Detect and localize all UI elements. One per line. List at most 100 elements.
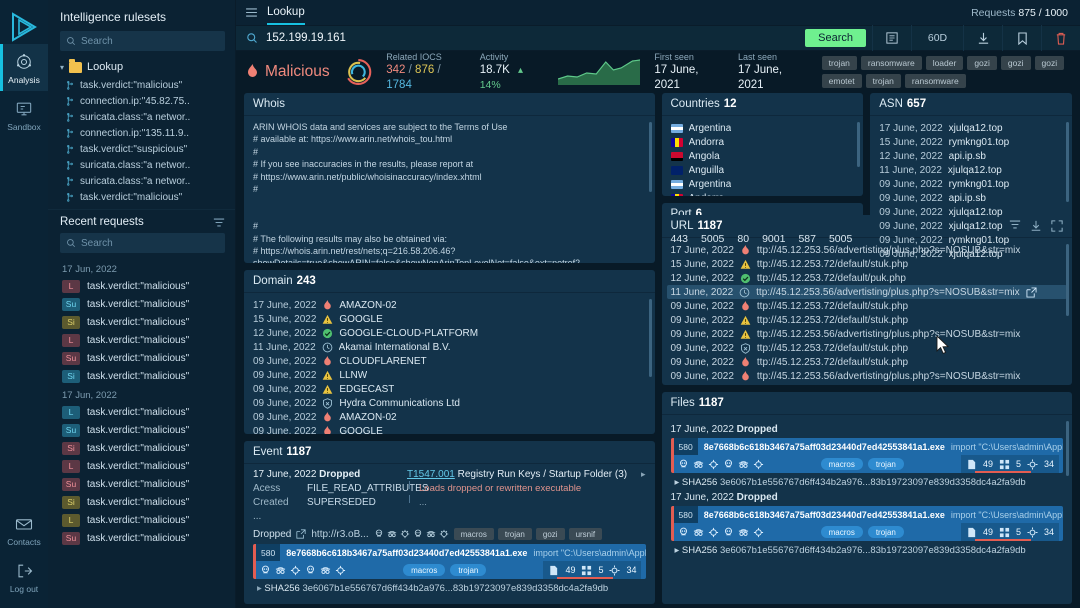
domain-item[interactable]: 09 June, 2022CLOUDFLARENET: [253, 354, 646, 368]
threat-tag[interactable]: ransomware: [861, 56, 922, 70]
countries-scrollbar[interactable]: [857, 122, 860, 167]
recent-request-item[interactable]: Sitask.verdict:"malicious": [50, 493, 235, 511]
recent-search-input[interactable]: Search: [60, 233, 225, 253]
domain-item[interactable]: 11 June, 2022Akamai International B.V.: [253, 340, 646, 354]
asn-item[interactable]: 09 June, 2022api.ip.sb: [879, 191, 1063, 205]
url-item[interactable]: 17 June, 2022ttp://45.12.253.56/advertis…: [667, 243, 1068, 257]
recent-request-item[interactable]: Sutask.verdict:"malicious": [50, 421, 235, 439]
domain-list[interactable]: 17 June, 2022AMAZON-0215 June, 2022GOOGL…: [244, 293, 655, 434]
filter-icon[interactable]: [213, 218, 225, 227]
domain-item[interactable]: 09 June, 2022Hydra Communications Ltd: [253, 396, 646, 410]
threat-tag[interactable]: loader: [926, 56, 964, 70]
file-card[interactable]: 5808e7668b6c618b3467a75aff03d23440d7ed42…: [671, 438, 1064, 473]
event-sha-row[interactable]: ▸ SHA256 3e6067b1e556767d6ff434b2a976...…: [253, 579, 646, 594]
domain-scrollbar[interactable]: [649, 299, 652, 377]
asn-item[interactable]: 17 June, 2022xjulqa12.top: [879, 121, 1063, 135]
recent-request-item[interactable]: Sutask.verdict:"malicious": [50, 349, 235, 367]
event-body[interactable]: 17 June, 2022 Dropped Acess FILE_READ_AT…: [244, 464, 655, 604]
external-link-icon[interactable]: [1026, 287, 1037, 298]
tab-lookup[interactable]: Lookup: [267, 0, 305, 25]
threat-tag[interactable]: gozi: [1035, 56, 1065, 70]
url-list[interactable]: 17 June, 2022ttp://45.12.253.56/advertis…: [662, 238, 1073, 385]
ruleset-item[interactable]: suricata.class:"a networ..: [58, 173, 235, 189]
threat-tag[interactable]: emotet: [822, 74, 862, 88]
country-item[interactable]: Argentina: [671, 121, 855, 135]
domain-item[interactable]: 17 June, 2022AMAZON-02: [253, 298, 646, 312]
whois-scrollbar[interactable]: [649, 122, 652, 192]
url-item[interactable]: 09 June, 2022ttp://45.12.253.56/advertis…: [667, 369, 1068, 383]
event-dropped-tag[interactable]: gozi: [536, 528, 565, 540]
country-item[interactable]: Andorra: [671, 135, 855, 149]
event-expand-icon[interactable]: ▸: [641, 469, 646, 522]
event-dropped-tag[interactable]: macros: [454, 528, 494, 540]
url-item[interactable]: 09 June, 2022ttp://45.12.253.56/advertis…: [667, 327, 1068, 341]
domain-item[interactable]: 09 June, 2022LLNW: [253, 368, 646, 382]
recent-request-item[interactable]: Ltask.verdict:"malicious": [50, 277, 235, 295]
ruleset-item[interactable]: connection.ip:"45.82.75..: [58, 93, 235, 109]
rail-item-contacts[interactable]: Contacts: [0, 506, 48, 553]
event-dropped-tag[interactable]: trojan: [498, 528, 532, 540]
recent-request-item[interactable]: Sutask.verdict:"malicious": [50, 529, 235, 547]
recent-request-item[interactable]: Sutask.verdict:"malicious": [50, 475, 235, 493]
file-sha-row[interactable]: ▸ SHA256 3e6067b1e556767d6ff434b2a976...…: [671, 473, 1064, 488]
url-item[interactable]: 09 June, 2022ttp://45.12.253.72/default/…: [667, 355, 1068, 369]
recent-request-item[interactable]: Ltask.verdict:"malicious": [50, 403, 235, 421]
country-item[interactable]: Argentina: [671, 177, 855, 191]
menu-icon[interactable]: [246, 8, 257, 17]
event-dropped-tag[interactable]: ursnif: [569, 528, 603, 540]
download-button[interactable]: [963, 25, 1002, 51]
delete-button[interactable]: [1041, 25, 1080, 51]
recent-request-item[interactable]: Ltask.verdict:"malicious": [50, 511, 235, 529]
recent-request-item[interactable]: Sitask.verdict:"malicious": [50, 367, 235, 385]
threat-tag[interactable]: ransomware: [905, 74, 966, 88]
ruleset-item[interactable]: connection.ip:"135.11.9..: [58, 125, 235, 141]
list-view-button[interactable]: [872, 25, 911, 51]
threat-tag[interactable]: trojan: [822, 56, 857, 70]
domain-item[interactable]: 09 June, 2022AMAZON-02: [253, 410, 646, 424]
rulesets-search-input[interactable]: Search: [60, 31, 225, 51]
asn-item[interactable]: 09 June, 2022rymkng01.top: [879, 177, 1063, 191]
url-item[interactable]: 09 June, 2022ttp://45.12.253.72/default/…: [667, 341, 1068, 355]
bookmark-button[interactable]: [1002, 25, 1041, 51]
search-button[interactable]: Search: [805, 29, 866, 47]
countries-list[interactable]: ArgentinaAndorraAngolaAnguillaArgentinaA…: [662, 116, 864, 196]
asn-item[interactable]: 09 June, 2022xjulqa12.top: [879, 205, 1063, 219]
country-item[interactable]: Anguilla: [671, 163, 855, 177]
recent-request-item[interactable]: Sitask.verdict:"malicious": [50, 313, 235, 331]
ruleset-item[interactable]: task.verdict:"malicious": [58, 189, 235, 205]
asn-item[interactable]: 09 June, 2022xjulqa12.top: [879, 219, 1063, 233]
technique-id-link[interactable]: T1547.001: [407, 469, 455, 480]
domain-item[interactable]: 09 June, 2022GOOGLE: [253, 424, 646, 434]
asn-scrollbar[interactable]: [1066, 122, 1069, 202]
asn-item[interactable]: 15 June, 2022rymkng01.top: [879, 135, 1063, 149]
threat-tag[interactable]: trojan: [866, 74, 901, 88]
domain-item[interactable]: 09 June, 2022EDGECAST: [253, 382, 646, 396]
recent-request-item[interactable]: Sitask.verdict:"malicious": [50, 439, 235, 457]
url-item[interactable]: 15 June, 2022ttp://45.12.253.72/default/…: [667, 257, 1068, 271]
url-item[interactable]: 09 June, 2022ttp://45.12.253.72/default/…: [667, 299, 1068, 313]
url-scrollbar[interactable]: [1066, 244, 1069, 316]
ruleset-item[interactable]: suricata.class:"a networ..: [58, 109, 235, 125]
url-item[interactable]: 12 June, 2022ttp://45.12.253.72/default/…: [667, 271, 1068, 285]
recent-request-item[interactable]: Ltask.verdict:"malicious": [50, 457, 235, 475]
search-input[interactable]: 152.199.19.161: [266, 32, 805, 44]
rail-item-sandbox[interactable]: Sandbox: [0, 91, 48, 138]
ruleset-item[interactable]: task.verdict:"suspicious": [58, 141, 235, 157]
file-card[interactable]: 5808e7668b6c618b3467a75aff03d23440d7ed42…: [671, 506, 1064, 541]
asn-item[interactable]: 11 June, 2022xjulqa12.top: [879, 163, 1063, 177]
external-link-icon[interactable]: [296, 529, 306, 539]
rail-item-logout[interactable]: Log out: [0, 553, 48, 600]
ruleset-item[interactable]: suricata.class:"a networ..: [58, 157, 235, 173]
event-file-card[interactable]: 580 8e7668b6c618b3467a75aff03d23440d7ed4…: [253, 544, 646, 579]
rail-item-analysis[interactable]: Analysis: [0, 44, 48, 91]
event-dropped-url[interactable]: http://r3.oB...: [311, 529, 368, 540]
range-selector[interactable]: 60D: [911, 25, 963, 51]
asn-item[interactable]: 12 June, 2022api.ip.sb: [879, 149, 1063, 163]
threat-tag[interactable]: gozi: [967, 56, 997, 70]
url-item[interactable]: 09 June, 2022ttp://45.12.253.72/default/…: [667, 313, 1068, 327]
tree-root-lookup[interactable]: ▾ Lookup: [58, 59, 235, 77]
threat-tag[interactable]: gozi: [1001, 56, 1031, 70]
url-item[interactable]: 11 June, 2022ttp://45.12.253.56/advertis…: [667, 285, 1068, 299]
ruleset-item[interactable]: task.verdict:"malicious": [58, 77, 235, 93]
country-item[interactable]: Andorra: [671, 191, 855, 196]
